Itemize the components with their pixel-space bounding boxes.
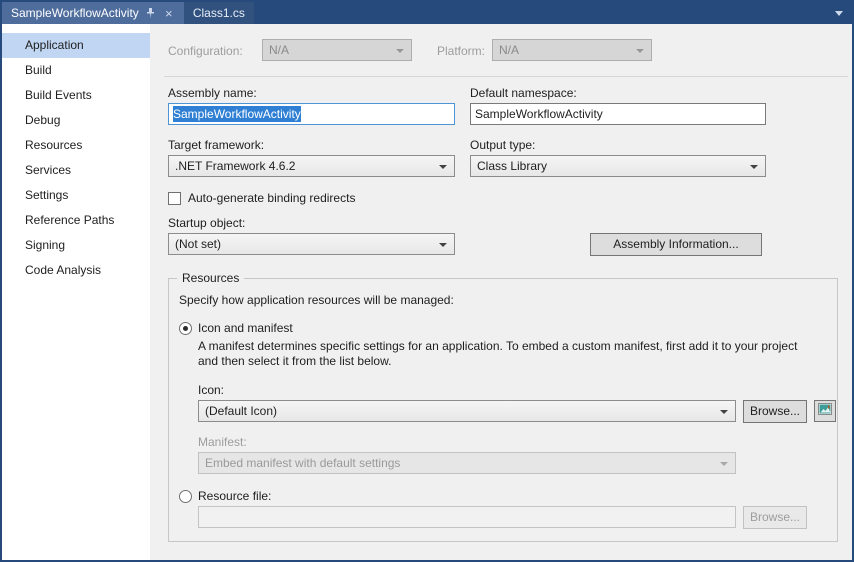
manifest-select: Embed manifest with default settings	[198, 452, 736, 474]
sidebar-item-services[interactable]: Services	[2, 158, 150, 183]
resource-file-input	[198, 506, 736, 528]
startup-object-select[interactable]: (Not set)	[168, 233, 455, 255]
sidebar-item-build[interactable]: Build	[2, 58, 150, 83]
selected-text: SampleWorkflowActivity	[173, 106, 301, 122]
manifest-help-text: A manifest determines specific settings …	[198, 339, 798, 369]
resource-file-browse-button: Browse...	[743, 506, 807, 529]
icon-label: Icon:	[198, 383, 224, 398]
tab-list-dropdown-icon[interactable]	[835, 11, 843, 16]
sidebar-item-application[interactable]: Application	[2, 33, 150, 58]
resource-file-label: Resource file:	[198, 489, 271, 504]
icon-preview-button[interactable]	[814, 400, 836, 422]
close-icon[interactable]: ×	[163, 6, 175, 20]
output-type-select[interactable]: Class Library	[470, 155, 766, 177]
output-type-label: Output type:	[470, 138, 535, 153]
auto-generate-binding-redirects-checkbox[interactable]	[168, 192, 181, 205]
assembly-information-button[interactable]: Assembly Information...	[590, 233, 762, 256]
sidebar-item-resources[interactable]: Resources	[2, 133, 150, 158]
properties-sidebar: Application Build Build Events Debug Res…	[2, 24, 150, 560]
resources-groupbox-title: Resources	[177, 271, 244, 286]
target-framework-label: Target framework:	[168, 138, 264, 153]
configuration-label: Configuration:	[168, 44, 243, 59]
sidebar-item-code-analysis[interactable]: Code Analysis	[2, 258, 150, 283]
default-namespace-label: Default namespace:	[470, 86, 577, 101]
platform-select: N/A	[492, 39, 652, 61]
tab-sampleworkflowactivity[interactable]: SampleWorkflowActivity ×	[2, 2, 184, 24]
resources-groupbox: Resources Specify how application resour…	[168, 278, 838, 542]
manifest-label: Manifest:	[198, 435, 247, 450]
project-properties-window: SampleWorkflowActivity × Class1.cs Appli…	[0, 0, 854, 562]
tab-label: SampleWorkflowActivity	[11, 6, 139, 20]
toolbar-separator	[164, 76, 848, 77]
assembly-name-label: Assembly name:	[168, 86, 257, 101]
sidebar-item-build-events[interactable]: Build Events	[2, 83, 150, 108]
platform-label: Platform:	[437, 44, 485, 59]
auto-generate-binding-redirects-label: Auto-generate binding redirects	[188, 191, 355, 206]
sidebar-item-reference-paths[interactable]: Reference Paths	[2, 208, 150, 233]
icon-and-manifest-label: Icon and manifest	[198, 321, 293, 336]
sidebar-item-debug[interactable]: Debug	[2, 108, 150, 133]
icon-and-manifest-radio[interactable]	[179, 322, 192, 335]
pin-icon[interactable]	[145, 6, 157, 20]
configuration-select: N/A	[262, 39, 412, 61]
assembly-name-input[interactable]: SampleWorkflowActivity	[168, 103, 455, 125]
icon-select[interactable]: (Default Icon)	[198, 400, 736, 422]
resources-description: Specify how application resources will b…	[179, 293, 454, 308]
sidebar-item-settings[interactable]: Settings	[2, 183, 150, 208]
document-tab-bar: SampleWorkflowActivity × Class1.cs	[2, 2, 852, 24]
tab-class1-cs[interactable]: Class1.cs	[184, 2, 254, 24]
target-framework-select[interactable]: .NET Framework 4.6.2	[168, 155, 455, 177]
startup-object-label: Startup object:	[168, 216, 245, 231]
tab-label: Class1.cs	[193, 6, 245, 20]
default-namespace-input[interactable]: SampleWorkflowActivity	[470, 103, 766, 125]
window-body: Application Build Build Events Debug Res…	[2, 24, 852, 560]
application-page-content: Configuration: N/A Platform: N/A Assembl…	[150, 24, 852, 560]
resource-file-radio[interactable]	[179, 490, 192, 503]
sidebar-item-signing[interactable]: Signing	[2, 233, 150, 258]
image-icon	[818, 401, 832, 422]
icon-browse-button[interactable]: Browse...	[743, 400, 807, 423]
